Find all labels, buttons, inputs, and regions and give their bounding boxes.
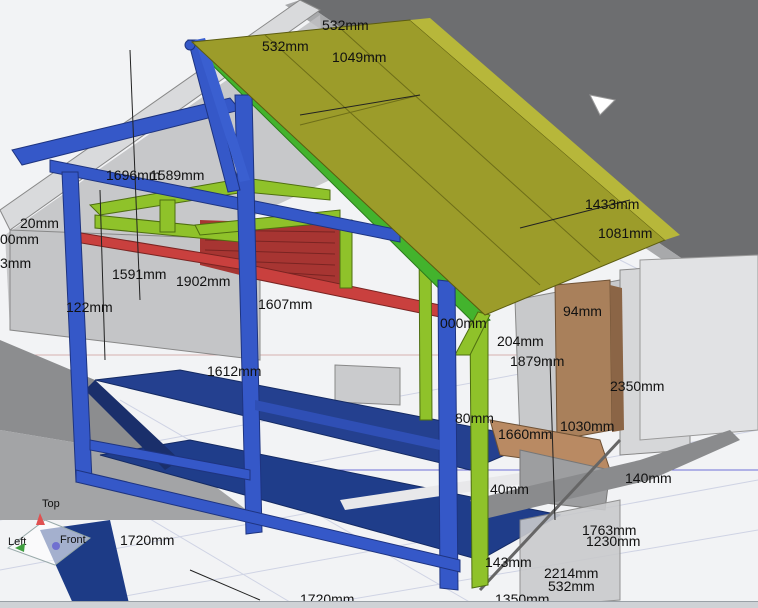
green-post-1 — [159, 199, 176, 233]
back-wall-panel-2 — [334, 364, 401, 406]
side-wall-panel-3 — [639, 254, 758, 441]
dim-label: 1030mm — [560, 418, 614, 434]
dim-label: 3mm — [0, 255, 31, 271]
view-cube-top-label[interactable]: Top — [42, 498, 60, 510]
dim-label: 80mm — [455, 410, 494, 426]
dim-label: 94mm — [563, 303, 602, 319]
dim-label: 140mm — [625, 470, 672, 486]
dim-label: 1589mm — [150, 167, 204, 183]
dim-label: 1049mm — [332, 49, 386, 65]
dim-label: 1660mm — [498, 426, 552, 442]
dim-label: 2350mm — [610, 378, 664, 394]
dim-label: 1612mm — [207, 363, 261, 379]
dim-label: 143mm — [485, 554, 532, 570]
dim-label: 532mm — [322, 17, 369, 33]
dim-label: 20mm — [20, 215, 59, 231]
dim-label: 1433mm — [585, 196, 639, 212]
green-post-front[interactable] — [469, 317, 489, 589]
dim-label: 1879mm — [510, 353, 564, 369]
dim-label: 1607mm — [258, 296, 312, 312]
dim-label: 1081mm — [598, 225, 652, 241]
door-edge — [610, 285, 624, 432]
view-cube-front-label[interactable]: Front — [60, 534, 86, 546]
model-scene[interactable]: 532mm 532mm 1049mm 1696mm 1589mm 1433mm … — [0, 0, 758, 608]
dim-label: 40mm — [490, 481, 529, 497]
dim-label: 1902mm — [176, 273, 230, 289]
dim-label: 532mm — [262, 38, 309, 54]
dim-label: 00mm — [0, 231, 39, 247]
dim-label: 122mm — [66, 299, 113, 315]
dim-label: 532mm — [548, 578, 595, 594]
dim-label: 1720mm — [120, 532, 174, 548]
axis-y-dot-icon — [52, 542, 60, 550]
dim-label: 1591mm — [112, 266, 166, 282]
dim-label: 1230mm — [586, 533, 640, 549]
dim-label: 204mm — [497, 333, 544, 349]
status-bar — [0, 601, 758, 608]
3d-viewport[interactable]: 532mm 532mm 1049mm 1696mm 1589mm 1433mm … — [0, 0, 758, 608]
dim-label: 000mm — [440, 315, 487, 331]
